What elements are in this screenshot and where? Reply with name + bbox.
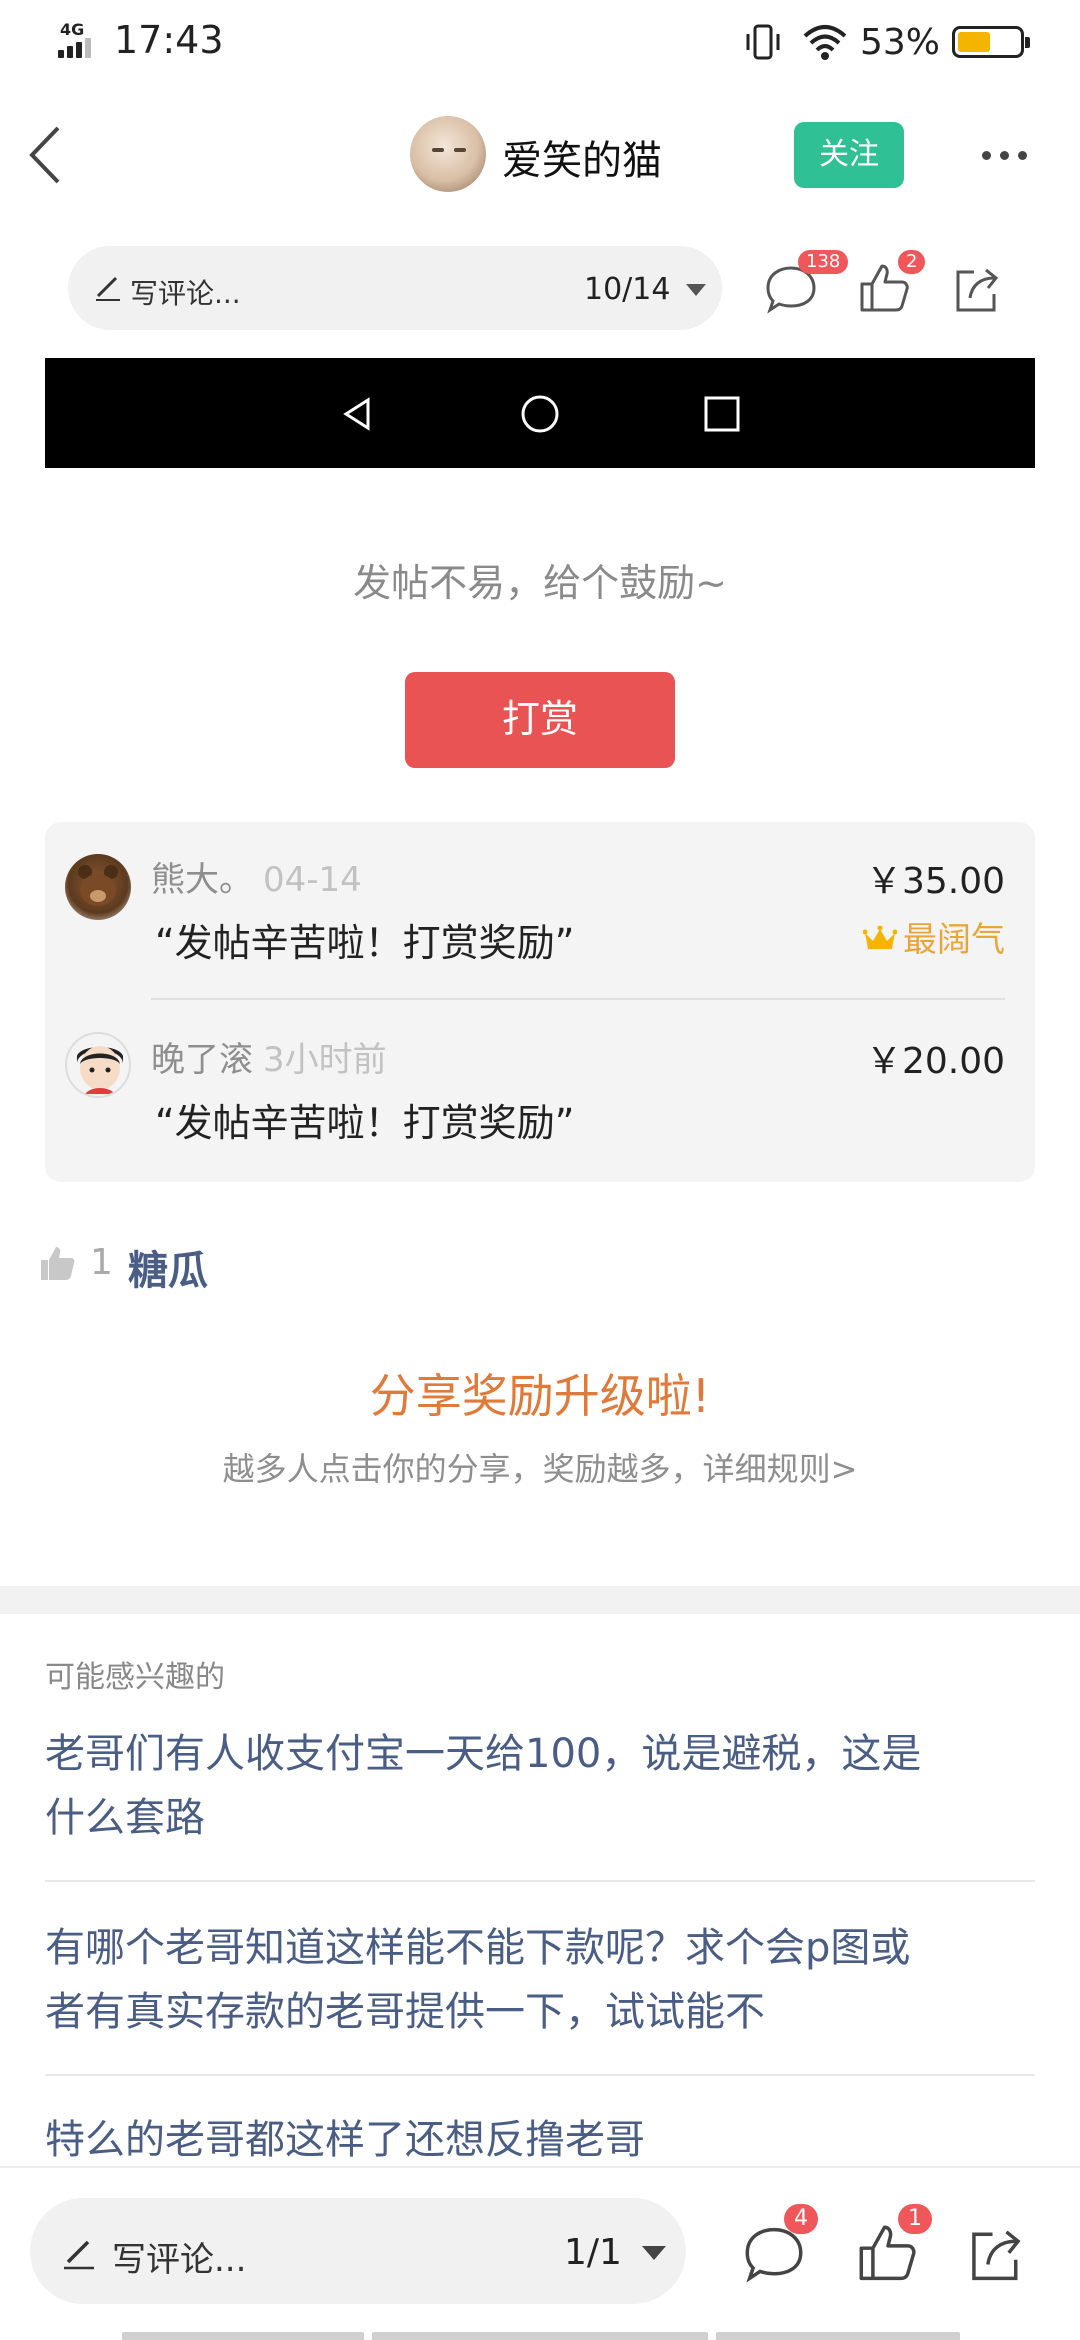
recommended-post[interactable]: 有哪个老哥知道这样能不能下款呢？求个会p图或 者有真实存款的老哥提供一下，试试能… <box>45 1916 1035 2044</box>
like-button[interactable]: 1 <box>852 2204 932 2290</box>
comment-count-badge: 138 <box>798 250 849 274</box>
reward-time: 3小时前 <box>263 1040 387 1080</box>
recommended-post[interactable]: 老哥们有人收支付宝一天给100，说是避税，这是 什么套路 <box>45 1722 1035 1850</box>
like-button[interactable]: 2 <box>854 250 926 320</box>
crown-icon <box>863 925 897 949</box>
comments-button[interactable]: 4 <box>738 2204 818 2290</box>
page-dropdown-icon[interactable] <box>642 2246 666 2260</box>
divider <box>45 1880 1035 1882</box>
liker-name[interactable]: 糖瓜 <box>128 1238 208 1296</box>
comment-count-badge: 4 <box>784 2204 818 2234</box>
comment-input-bar[interactable]: 写评论... 1/1 <box>30 2198 686 2304</box>
back-arrow-icon <box>29 126 60 184</box>
share-icon <box>972 2230 1021 2281</box>
reward-user-name: 晚了滚 3小时前 <box>151 1040 387 1080</box>
embedded-nav-bar-image <box>45 358 1035 468</box>
more-options-button[interactable] <box>980 136 1034 176</box>
follow-button[interactable]: 关注 <box>794 122 904 188</box>
reward-time: 04-14 <box>263 860 362 900</box>
cellular-signal-icon: 4G <box>58 20 102 60</box>
comment-placeholder: 写评论... <box>112 2240 247 2280</box>
scroll-indicator <box>716 2332 960 2340</box>
recents-square-icon <box>704 396 740 432</box>
battery-percent: 53% <box>859 21 940 63</box>
share-button[interactable] <box>960 2218 1032 2290</box>
reward-list: 熊大。 04-14 “发帖辛苦啦！打赏奖励” ￥35.00 最阔气 晚了滚 3小时前… <box>45 822 1035 1182</box>
recommended-post[interactable]: 特么的老哥都这样了还想反撸老哥 <box>45 2108 1035 2172</box>
reward-message: “发帖辛苦啦！打赏奖励” <box>155 921 575 965</box>
reward-record[interactable]: 熊大。 04-14 “发帖辛苦啦！打赏奖励” ￥35.00 最阔气 <box>45 822 1035 992</box>
network-type: 4G <box>60 20 85 39</box>
author-avatar[interactable] <box>410 116 486 192</box>
reward-record[interactable]: 晚了滚 3小时前 “发帖辛苦啦！打赏奖励” ￥20.00 <box>45 1002 1035 1172</box>
status-time: 17:43 <box>114 18 224 62</box>
reward-user-name: 熊大。 04-14 <box>151 860 362 900</box>
recommendations-heading: 可能感兴趣的 <box>45 1660 225 1695</box>
wifi-icon <box>802 22 848 62</box>
section-divider <box>0 1586 1080 1614</box>
vibrate-icon <box>744 22 782 62</box>
divider <box>151 998 1005 1000</box>
comment-input-bar[interactable]: 写评论... 10/14 <box>68 246 722 330</box>
pen-icon <box>64 2240 94 2270</box>
reward-message: “发帖辛苦啦！打赏奖励” <box>155 1101 575 1145</box>
avatar[interactable] <box>65 854 131 920</box>
battery-icon <box>952 26 1030 58</box>
share-promo-rules-link[interactable]: 越多人点击你的分享，奖励越多，详细规则> <box>0 1444 1080 1490</box>
divider <box>45 2074 1035 2076</box>
avatar[interactable] <box>65 1032 131 1098</box>
encourage-text: 发帖不易，给个鼓励~ <box>353 561 727 605</box>
back-triangle-icon <box>343 397 370 431</box>
tip-button[interactable]: 打赏 <box>405 672 675 768</box>
thumbs-up-icon <box>41 1247 75 1280</box>
back-button[interactable] <box>22 120 72 190</box>
like-count: 1 <box>90 1242 113 1283</box>
share-promo-title[interactable]: 分享奖励升级啦! <box>0 1360 1080 1426</box>
status-bar: 4G 17:43 53% <box>0 0 1080 86</box>
comments-button[interactable]: 138 <box>760 250 849 320</box>
home-circle-icon <box>521 395 559 433</box>
scroll-indicator <box>122 2332 364 2340</box>
top-nav: 爱笑的猫 关注 <box>0 106 1080 206</box>
share-icon <box>956 268 999 312</box>
author-name[interactable]: 爱笑的猫 <box>502 128 662 186</box>
page-indicator[interactable]: 10/14 <box>584 272 670 307</box>
share-button[interactable] <box>946 258 1008 320</box>
top-tipper-badge: 最阔气 <box>863 912 1005 961</box>
comment-placeholder: 写评论... <box>130 277 241 310</box>
pen-icon <box>96 276 120 301</box>
page-dropdown-icon[interactable] <box>686 284 706 296</box>
bottom-action-bar: 写评论... 1/1 4 1 <box>0 2166 1080 2340</box>
reward-amount: ￥35.00 <box>865 861 1005 902</box>
page-indicator[interactable]: 1/1 <box>564 2232 622 2273</box>
like-count-badge: 2 <box>898 250 926 274</box>
scroll-indicator <box>372 2332 708 2340</box>
reward-amount: ￥20.00 <box>865 1041 1005 1082</box>
like-count-badge: 1 <box>898 2204 932 2234</box>
